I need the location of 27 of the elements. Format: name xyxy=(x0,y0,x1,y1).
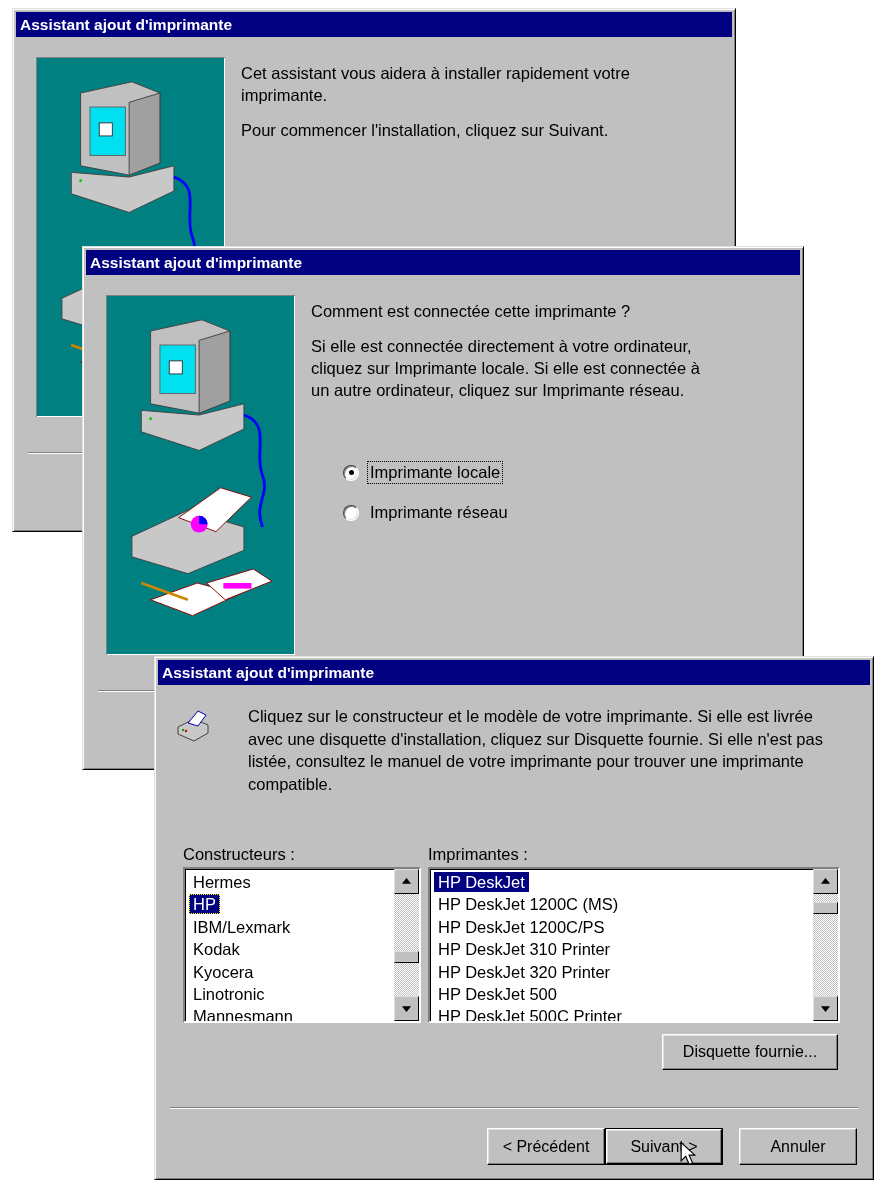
list-item[interactable]: Linotronic xyxy=(189,983,269,1004)
wizard-button[interactable]: < Précédent xyxy=(487,1128,605,1165)
list-item[interactable]: HP DeskJet 1200C/PS xyxy=(434,916,609,937)
list-label: Imprimantes : xyxy=(428,845,529,865)
list-item[interactable]: HP DeskJet xyxy=(434,872,529,892)
instruction-text: Comment est connectée cette imprimante ? xyxy=(311,301,632,322)
window-title: Assistant ajout d'imprimante xyxy=(16,12,732,37)
list-item[interactable]: HP DeskJet 1200C (MS) xyxy=(434,894,623,915)
wizard-button[interactable]: Annuler xyxy=(739,1128,857,1165)
list-item[interactable]: Kyocera xyxy=(189,961,258,982)
have-disk-button[interactable]: Disquette fournie... xyxy=(662,1034,838,1070)
radio-label[interactable]: Imprimante locale xyxy=(367,461,504,484)
list-item[interactable]: HP DeskJet 320 Printer xyxy=(434,961,615,982)
instruction-text: Cliquez sur le constructeur et le modèle de votre imprimante. Si elle est livrée avec une disquette d'installation, cliquez sur Disquette fournie. Si elle n'est pas listée, consultez le manuel de votre imprimante pour trouver une imprimante compatible. xyxy=(248,706,824,795)
instruction-text: Pour commencer l'installation, cliquez sur Suivant. xyxy=(241,120,610,141)
list-label: Constructeurs : xyxy=(183,845,296,865)
instruction-text: Si elle est connectée directement à votre ordinateur, cliquez sur Imprimante locale. Si elle est connectée à un autre ordinateur, cliquez sur Imprimante réseau. xyxy=(311,336,701,401)
instruction-text: Cet assistant vous aidera à installer rapidement votre imprimante. xyxy=(241,63,631,106)
window-title: Assistant ajout d'imprimante xyxy=(86,250,800,275)
list-item[interactable]: Hermes xyxy=(189,872,255,892)
list-item[interactable]: HP xyxy=(189,894,220,915)
radio-label[interactable]: Imprimante réseau xyxy=(367,501,511,524)
list-item[interactable]: HP DeskJet 310 Printer xyxy=(434,939,615,960)
list-item[interactable]: IBM/Lexmark xyxy=(189,916,295,937)
list-item[interactable]: Kodak xyxy=(189,939,244,960)
list-item[interactable]: HP DeskJet 500 xyxy=(434,983,561,1004)
window-title: Assistant ajout d'imprimante xyxy=(158,660,870,685)
